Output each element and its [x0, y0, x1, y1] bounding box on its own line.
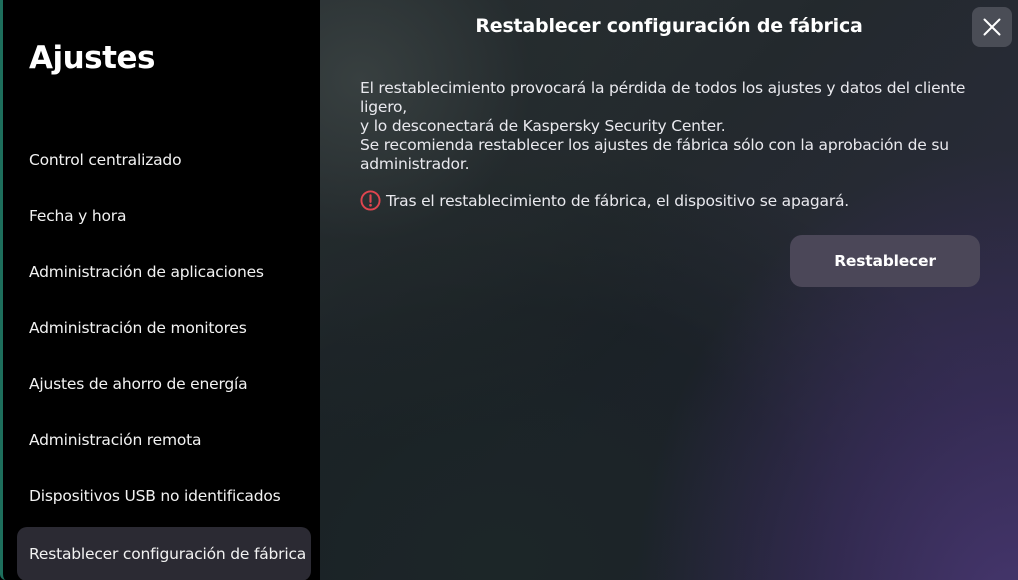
sidebar-item-dispositivos-usb[interactable]: Dispositivos USB no identificados — [17, 469, 311, 523]
page-title: Restablecer configuración de fábrica — [475, 15, 863, 37]
reset-description-line-2: y lo desconectará de Kaspersky Security … — [360, 117, 726, 135]
sidebar: Ajustes Control centralizado Fecha y hor… — [0, 0, 320, 580]
main-panel: Restablecer configuración de fábrica El … — [320, 0, 1018, 580]
reset-recommendation-line-2: administrador. — [360, 155, 470, 173]
reset-recommendation-line-1: Se recomienda restablecer los ajustes de… — [360, 136, 949, 154]
reset-description: El restablecimiento provocará la pérdida… — [360, 79, 990, 136]
sidebar-item-administracion-aplicaciones[interactable]: Administración de aplicaciones — [17, 245, 311, 299]
shutdown-warning-text: Tras el restablecimiento de fábrica, el … — [386, 191, 850, 210]
shutdown-warning: Tras el restablecimiento de fábrica, el … — [360, 190, 849, 211]
sidebar-item-control-centralizado[interactable]: Control centralizado — [17, 133, 311, 187]
reset-description-line-1: El restablecimiento provocará la pérdida… — [360, 79, 966, 116]
sidebar-item-fecha-y-hora[interactable]: Fecha y hora — [17, 189, 311, 243]
close-button[interactable] — [972, 7, 1012, 47]
sidebar-item-restablecer-fabrica[interactable]: Restablecer configuración de fábrica — [17, 527, 311, 580]
sidebar-title: Ajustes — [29, 40, 155, 76]
settings-window: Ajustes Control centralizado Fecha y hor… — [0, 0, 1018, 580]
close-icon — [983, 18, 1001, 36]
warning-circle-icon — [360, 190, 381, 211]
sidebar-item-ahorro-energia[interactable]: Ajustes de ahorro de energía — [17, 357, 311, 411]
reset-recommendation: Se recomienda restablecer los ajustes de… — [360, 136, 990, 174]
sidebar-item-administracion-monitores[interactable]: Administración de monitores — [17, 301, 311, 355]
sidebar-item-administracion-remota[interactable]: Administración remota — [17, 413, 311, 467]
reset-button[interactable]: Restablecer — [790, 235, 980, 287]
